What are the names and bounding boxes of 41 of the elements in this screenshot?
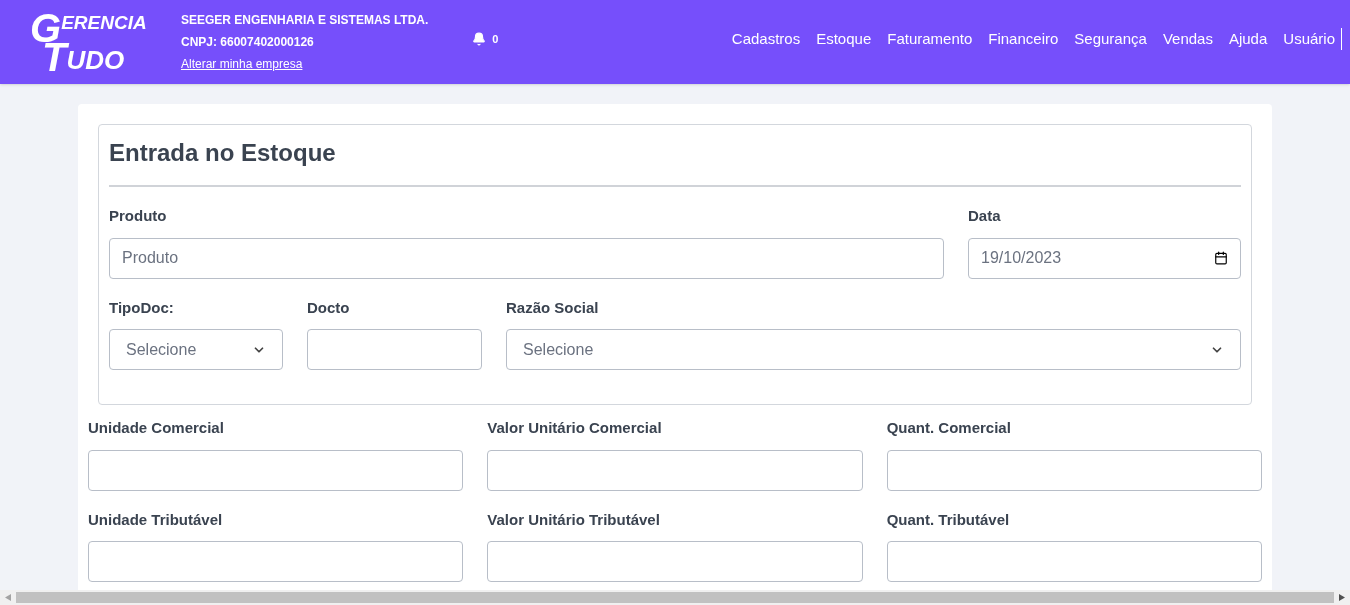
nav-menu-item[interactable]: Estoque xyxy=(816,27,872,51)
field-label: Unidade Comercial xyxy=(88,418,225,438)
field-label: TipoDoc: xyxy=(109,297,175,318)
input-field[interactable] xyxy=(487,449,863,491)
input-field[interactable] xyxy=(886,541,1262,582)
company-cnpj: CNPJ: 66007402000126 xyxy=(181,34,315,51)
notification-count: 0 xyxy=(492,31,499,47)
bell-icon[interactable] xyxy=(472,32,487,46)
scroll-left-icon[interactable] xyxy=(5,594,11,601)
date-field[interactable]: 19/10/2023 xyxy=(968,237,1241,279)
select-field[interactable]: Selecione xyxy=(109,329,283,370)
field-label: Data xyxy=(968,206,1002,226)
field-label: Quant. Comercial xyxy=(886,418,1012,438)
scrollbar-thumb[interactable] xyxy=(16,592,1334,603)
company-name: SEEGER ENGENHARIA E SISTEMAS LTDA. xyxy=(181,12,429,29)
horizontal-scrollbar[interactable] xyxy=(0,590,1350,605)
nav-menu-item[interactable]: Financeiro xyxy=(988,27,1059,51)
select-field[interactable]: Selecione xyxy=(506,329,1241,370)
form-title: Entrada no Estoque xyxy=(109,138,337,168)
product-field[interactable]: Produto xyxy=(109,237,944,279)
nav-menu-item[interactable]: Faturamento xyxy=(887,27,973,51)
field-label: Razão Social xyxy=(506,297,600,318)
doc-number-field[interactable] xyxy=(307,329,482,370)
input-field[interactable] xyxy=(487,541,863,582)
nav-menu-item[interactable]: Usuário xyxy=(1283,27,1335,51)
change-company-link[interactable]: Alterar minha empresa xyxy=(181,55,303,73)
input-field[interactable] xyxy=(88,449,464,491)
nav-menu-item[interactable]: Ajuda xyxy=(1228,27,1268,51)
field-label: Valor Unitário Tributável xyxy=(487,509,661,530)
field-label: Unidade Tributável xyxy=(88,509,224,530)
nav-menu-item[interactable]: Vendas xyxy=(1162,27,1213,51)
scroll-right-icon[interactable] xyxy=(1339,594,1345,601)
calendar-icon[interactable] xyxy=(1214,251,1228,265)
field-label: Valor Unitário Comercial xyxy=(487,418,663,438)
nav-menu-item[interactable]: Cadastros xyxy=(731,27,801,51)
field-label: Docto xyxy=(307,297,351,318)
field-label: Quant. Tributável xyxy=(886,509,1011,530)
input-field[interactable] xyxy=(886,449,1262,491)
input-field[interactable] xyxy=(88,541,464,582)
nav-menu-item[interactable]: Segurança xyxy=(1074,27,1147,51)
field-label: Produto xyxy=(109,206,168,226)
